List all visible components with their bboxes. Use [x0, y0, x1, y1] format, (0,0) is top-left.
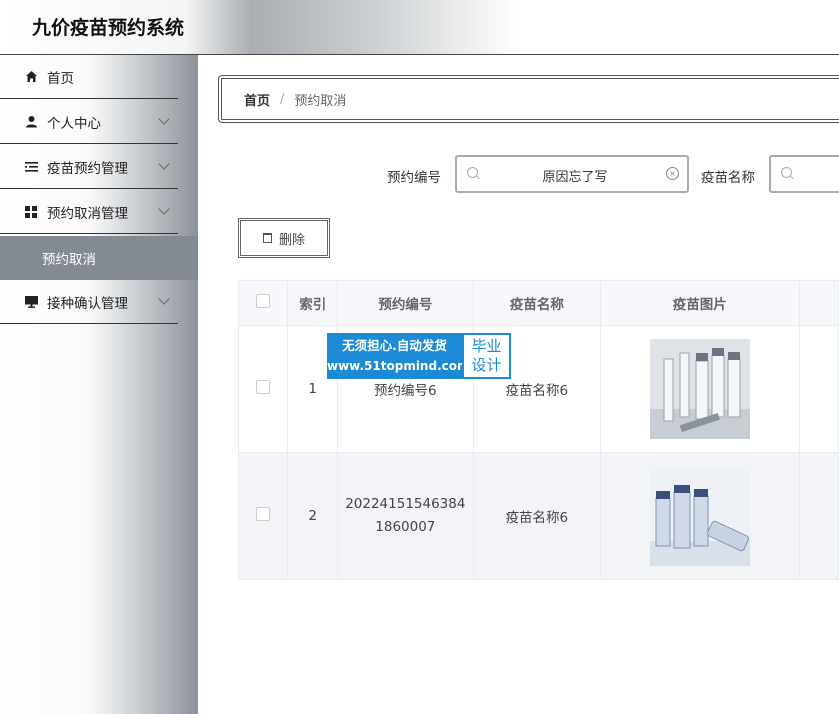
sidebar-item-personal-center[interactable]: 个人中心 — [0, 100, 178, 144]
chevron-down-icon — [158, 113, 170, 125]
cell-vaccine-image — [600, 452, 800, 580]
cell-booking-code: 20224151546384 1860007 — [336, 452, 474, 580]
vaccine-name-label: 疫苗名称 — [701, 170, 755, 186]
delete-button[interactable]: 删除 — [238, 218, 330, 258]
watermark-badge-line1: 毕业 — [471, 337, 502, 355]
grid-icon — [24, 205, 38, 219]
top-header: 九价疫苗预约系统 — [0, 0, 839, 55]
vaccine-vials-image — [649, 339, 750, 439]
select-all-cell — [237, 280, 289, 326]
sidebar-item-home[interactable]: 首页 — [0, 55, 178, 99]
cell-overflow — [798, 325, 839, 453]
monitor-icon — [24, 295, 38, 309]
table-row[interactable]: 2 20224151546384 1860007 疫苗名称6 — [237, 452, 839, 580]
booking-code-input[interactable] — [483, 163, 667, 187]
sidebar-item-vaccination-confirm[interactable]: 接种确认管理 — [0, 280, 178, 324]
sidebar-item-label: 个人中心 — [47, 115, 101, 132]
row-checkbox[interactable] — [256, 507, 271, 521]
watermark-line1: 无须担心.自动发货 — [342, 338, 447, 353]
cell-vaccine-image — [600, 325, 800, 453]
data-table: 索引 预约编号 疫苗名称 疫苗图片 1 预约编号6 疫苗名称6 2 202241… — [237, 280, 839, 580]
vaccine-vials-image — [649, 466, 750, 566]
sidebar-item-label: 疫苗预约管理 — [47, 160, 128, 177]
table-header-row: 索引 预约编号 疫苗名称 疫苗图片 — [237, 280, 839, 326]
user-icon — [24, 115, 38, 129]
watermark-badge-line2: 设计 — [471, 356, 502, 374]
column-header[interactable]: 疫苗名称 — [472, 280, 602, 326]
search-icon — [781, 167, 792, 178]
clear-icon[interactable]: × — [666, 167, 679, 180]
trash-icon — [262, 233, 272, 243]
select-all-checkbox[interactable] — [256, 294, 271, 308]
sidebar-item-vaccine-booking[interactable]: 疫苗预约管理 — [0, 145, 178, 189]
sidebar-item-label: 首页 — [47, 70, 74, 87]
list-icon — [24, 160, 38, 174]
watermark-badge: 毕业 设计 — [462, 333, 511, 379]
breadcrumb-home[interactable]: 首页 — [244, 90, 270, 109]
vaccine-name-input[interactable] — [797, 163, 839, 187]
breadcrumb-separator: / — [280, 91, 285, 107]
sidebar-item-label: 预约取消管理 — [47, 205, 128, 222]
booking-code-label: 预约编号 — [387, 170, 441, 186]
home-icon — [24, 70, 38, 84]
watermark-line2: www.51topmind.com — [327, 359, 470, 373]
vaccine-name-field[interactable] — [769, 155, 839, 193]
cell-overflow — [798, 452, 839, 580]
chevron-down-icon — [158, 203, 170, 215]
chevron-down-icon — [158, 293, 170, 305]
column-header-overflow — [798, 280, 839, 326]
row-checkbox[interactable] — [256, 380, 271, 394]
sidebar-subitem-cancel-booking[interactable]: 预约取消 — [0, 236, 198, 280]
search-icon — [467, 167, 478, 178]
chevron-down-icon — [158, 158, 170, 170]
breadcrumb-current: 预约取消 — [294, 93, 347, 109]
cell-index: 2 — [287, 452, 338, 580]
breadcrumb: 首页 / 预约取消 — [218, 75, 839, 123]
booking-code-field[interactable]: × — [455, 155, 689, 193]
sidebar: 首页 个人中心 疫苗预约管理 预约取消管理 预约取消 接种确认管理 — [0, 55, 198, 714]
cell-vaccine-name: 疫苗名称6 — [472, 452, 602, 580]
column-header[interactable]: 预约编号 — [336, 280, 474, 326]
main-content: 首页 / 预约取消 预约编号 × 疫苗名称 删除 索引 预约编号 疫苗名称 疫苗… — [198, 55, 839, 714]
watermark-banner: 无须担心.自动发货 www.51topmind.com 毕业 设计 — [327, 333, 511, 379]
sidebar-item-cancel-booking[interactable]: 预约取消管理 — [0, 190, 178, 234]
app-title: 九价疫苗预约系统 — [32, 17, 185, 39]
watermark-text: 无须担心.自动发货 www.51topmind.com — [327, 333, 470, 379]
delete-button-label: 删除 — [278, 232, 305, 248]
column-header[interactable]: 疫苗图片 — [600, 280, 800, 326]
column-header[interactable]: 索引 — [287, 280, 338, 326]
sidebar-item-label: 接种确认管理 — [47, 295, 128, 312]
